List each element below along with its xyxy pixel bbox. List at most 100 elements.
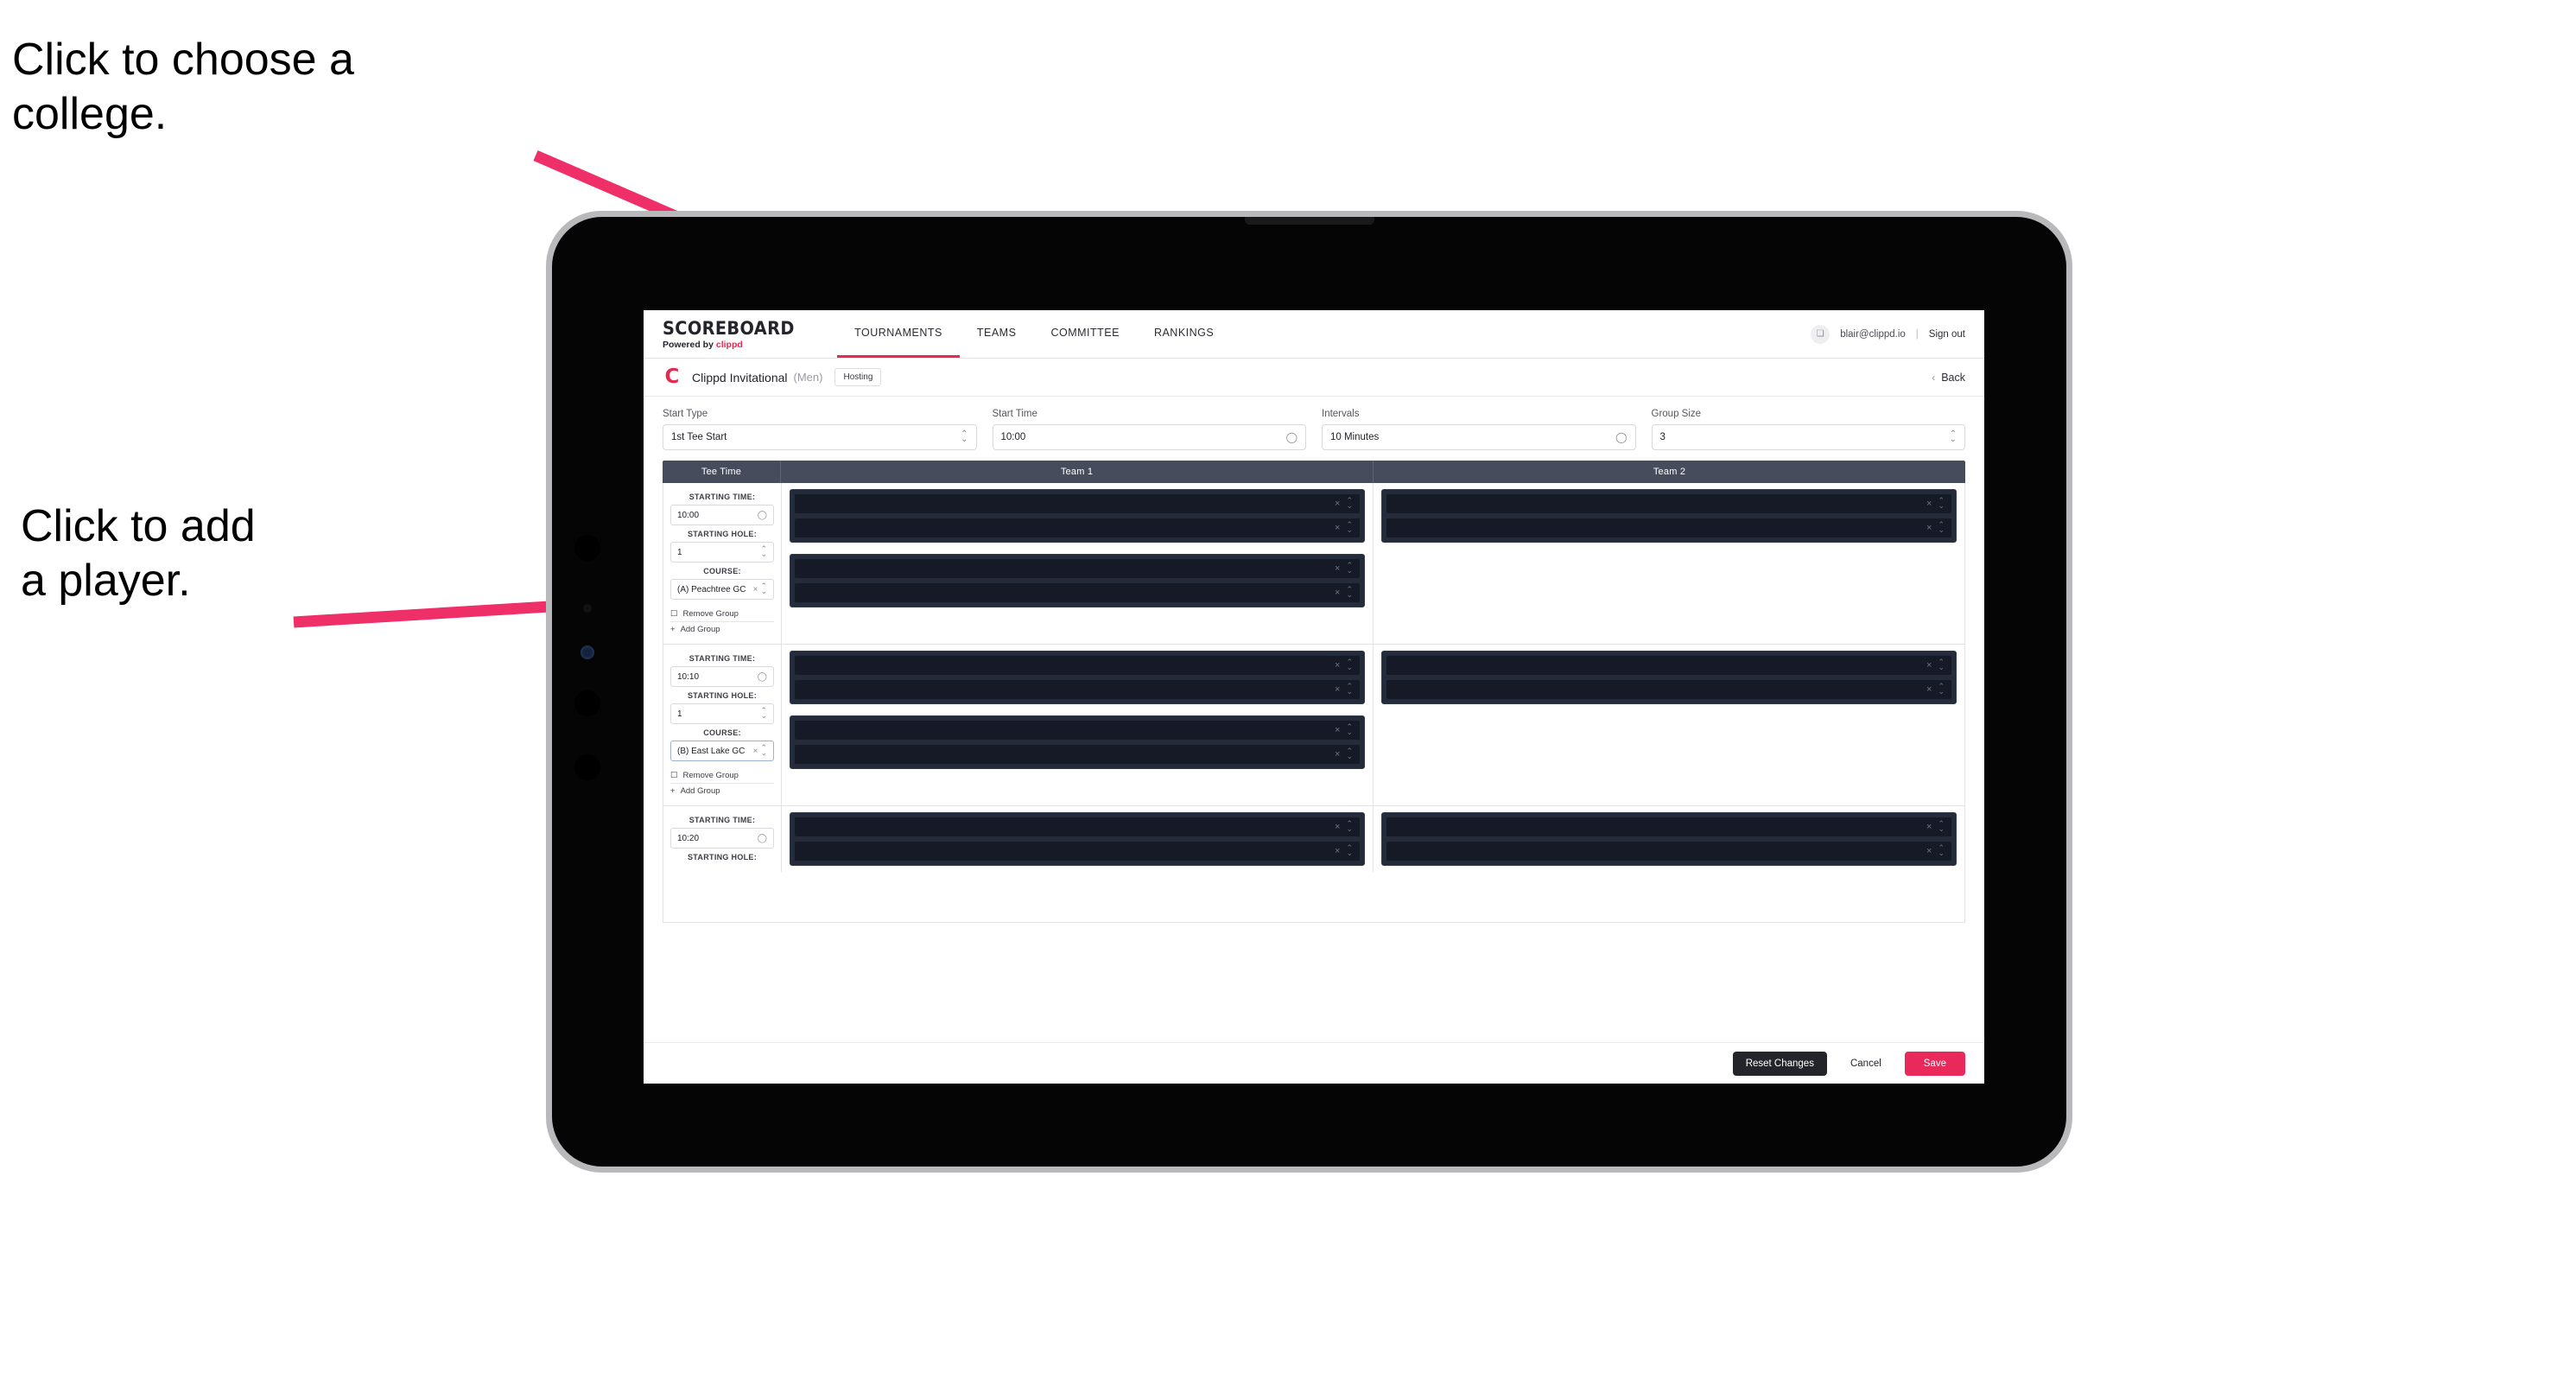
clear-icon[interactable]: × <box>1926 660 1932 671</box>
start-type-value: 1st Tee Start <box>671 432 727 442</box>
page-title: Clippd Invitational <box>692 370 788 385</box>
cancel-button[interactable]: Cancel <box>1839 1052 1893 1076</box>
player-slot-block: × ⌃ ⌄ × ⌃ ⌄ <box>790 651 1365 704</box>
clear-icon[interactable]: × <box>1335 725 1340 735</box>
clock-icon[interactable]: ◯ <box>758 511 767 520</box>
back-button[interactable]: ‹ Back <box>1932 372 1965 384</box>
chevron-updown-icon[interactable]: ⌃ ⌄ <box>1346 497 1353 509</box>
group-size-select[interactable]: 3 ⌃ ⌄ <box>1651 424 1965 450</box>
player-slot[interactable]: × ⌃ ⌄ <box>794 841 1361 861</box>
starting-time-input[interactable]: 10:00 ◯ <box>670 505 774 525</box>
start-type-select[interactable]: 1st Tee Start ⌃ ⌄ <box>663 424 977 450</box>
label-starting-hole: STARTING HOLE: <box>687 691 758 700</box>
chevron-updown-icon[interactable]: ⌃ ⌄ <box>1938 683 1945 695</box>
chevron-updown-icon[interactable]: ⌃ ⌄ <box>1938 820 1945 832</box>
add-group-button[interactable]: + Add Group <box>670 783 774 798</box>
clear-icon[interactable]: × <box>1926 822 1932 832</box>
player-slot[interactable]: × ⌃ ⌄ <box>794 518 1361 538</box>
chevron-updown-icon[interactable]: ⌃ ⌄ <box>760 545 767 557</box>
screenshot-stage: Click to choose a college. Click to add … <box>0 0 2576 1386</box>
starting-hole-input[interactable]: 1 ⌃ ⌄ <box>670 542 774 563</box>
chevron-updown-icon[interactable]: ⌃ ⌄ <box>1938 844 1945 856</box>
brand-title: SCOREBOARD <box>663 318 795 339</box>
chevron-updown-icon[interactable]: ⌃ ⌄ <box>760 582 767 594</box>
player-slot[interactable]: × ⌃ ⌄ <box>1386 655 1952 676</box>
clock-icon[interactable]: ◯ <box>758 834 767 843</box>
avatar[interactable]: ❑ <box>1811 324 1830 344</box>
clock-icon[interactable]: ◯ <box>1615 431 1627 443</box>
clear-icon[interactable]: × <box>1926 684 1932 695</box>
label-starting-time: STARTING TIME: <box>688 493 756 501</box>
chevron-updown-icon[interactable]: ⌃ ⌄ <box>1938 497 1945 509</box>
chevron-updown-icon[interactable]: ⌃ ⌄ <box>1346 658 1353 671</box>
chevron-updown-icon[interactable]: ⌃ ⌄ <box>1346 747 1353 760</box>
clear-icon[interactable]: × <box>1335 684 1340 695</box>
player-slot[interactable]: × ⌃ ⌄ <box>1386 817 1952 837</box>
chevron-updown-icon[interactable]: ⌃ ⌄ <box>1346 683 1353 695</box>
clock-icon[interactable]: ◯ <box>758 672 767 682</box>
tab-teams[interactable]: TEAMS <box>960 310 1034 358</box>
chevron-updown-icon[interactable]: ⌃ ⌄ <box>1346 562 1353 574</box>
player-slot[interactable]: × ⌃ ⌄ <box>794 493 1361 514</box>
clear-icon[interactable]: × <box>1335 523 1340 533</box>
user-email: blair@clippd.io <box>1840 328 1906 340</box>
player-slot[interactable]: × ⌃ ⌄ <box>794 720 1361 741</box>
player-slot[interactable]: × ⌃ ⌄ <box>1386 679 1952 700</box>
course-select[interactable]: (B) East Lake GC × ⌃ ⌄ <box>670 741 774 761</box>
clear-icon[interactable]: × <box>1335 563 1340 574</box>
chevron-updown-icon[interactable]: ⌃ ⌄ <box>1938 521 1945 533</box>
remove-group-button[interactable]: ☐ Remove Group <box>670 768 774 783</box>
clear-icon[interactable]: × <box>1335 588 1340 598</box>
player-slot[interactable]: × ⌃ ⌄ <box>1386 518 1952 538</box>
player-slot[interactable]: × ⌃ ⌄ <box>1386 493 1952 514</box>
starting-time-input[interactable]: 10:20 ◯ <box>670 828 774 849</box>
clear-icon[interactable]: × <box>753 747 758 756</box>
control-start-type: Start Type 1st Tee Start ⌃ ⌄ <box>663 409 977 450</box>
starting-time-input[interactable]: 10:10 ◯ <box>670 666 774 687</box>
starting-hole-input[interactable]: 1 ⌃ ⌄ <box>670 703 774 724</box>
remove-group-button[interactable]: ☐ Remove Group <box>670 607 774 621</box>
status-badge: Hosting <box>834 368 882 386</box>
player-slot[interactable]: × ⌃ ⌄ <box>1386 841 1952 861</box>
clear-icon[interactable]: × <box>1335 499 1340 509</box>
brand-logo[interactable]: SCOREBOARD Powered by clippd <box>663 310 806 358</box>
clear-icon[interactable]: × <box>753 585 758 594</box>
tab-tournaments[interactable]: TOURNAMENTS <box>837 310 960 358</box>
tablet-bezel: SCOREBOARD Powered by clippd TOURNAMENTS… <box>552 217 2066 1167</box>
start-time-input[interactable]: 10:00 ◯ <box>992 424 1306 450</box>
chevron-updown-icon[interactable]: ⌃ ⌄ <box>1346 521 1353 533</box>
clear-icon[interactable]: × <box>1335 822 1340 832</box>
chevron-updown-icon[interactable]: ⌃ ⌄ <box>1950 429 1957 444</box>
player-slot[interactable]: × ⌃ ⌄ <box>794 582 1361 603</box>
chevron-updown-icon[interactable]: ⌃ ⌄ <box>1346 586 1353 598</box>
clear-icon[interactable]: × <box>1335 660 1340 671</box>
tab-committee[interactable]: COMMITTEE <box>1033 310 1137 358</box>
clear-icon[interactable]: × <box>1926 846 1932 856</box>
player-slot[interactable]: × ⌃ ⌄ <box>794 679 1361 700</box>
tee-time-cell: STARTING TIME: 10:10 ◯ STARTING HOLE: 1 ⌃ ⌄ COU… <box>663 645 782 805</box>
player-slot[interactable]: × ⌃ ⌄ <box>794 558 1361 579</box>
tab-rankings[interactable]: RANKINGS <box>1137 310 1231 358</box>
chevron-updown-icon[interactable]: ⌃ ⌄ <box>1346 844 1353 856</box>
chevron-updown-icon[interactable]: ⌃ ⌄ <box>1346 820 1353 832</box>
reset-changes-button[interactable]: Reset Changes <box>1732 1051 1827 1076</box>
save-button[interactable]: Save <box>1904 1051 1965 1076</box>
clear-icon[interactable]: × <box>1926 499 1932 509</box>
player-slot[interactable]: × ⌃ ⌄ <box>794 744 1361 765</box>
player-slot[interactable]: × ⌃ ⌄ <box>794 655 1361 676</box>
course-select[interactable]: (A) Peachtree GC × ⌃ ⌄ <box>670 579 774 600</box>
chevron-updown-icon[interactable]: ⌃ ⌄ <box>760 744 767 756</box>
chevron-updown-icon[interactable]: ⌃ ⌄ <box>1346 723 1353 735</box>
clear-icon[interactable]: × <box>1335 846 1340 856</box>
chevron-updown-icon[interactable]: ⌃ ⌄ <box>760 707 767 719</box>
chevron-updown-icon[interactable]: ⌃ ⌄ <box>961 429 968 444</box>
sign-out-link[interactable]: Sign out <box>1929 329 1965 340</box>
intervals-input[interactable]: 10 Minutes ◯ <box>1322 424 1636 450</box>
clear-icon[interactable]: × <box>1926 523 1932 533</box>
add-group-button[interactable]: + Add Group <box>670 621 774 637</box>
chevron-updown-icon[interactable]: ⌃ ⌄ <box>1938 658 1945 671</box>
trash-icon: ☐ <box>670 771 678 780</box>
player-slot[interactable]: × ⌃ ⌄ <box>794 817 1361 837</box>
clear-icon[interactable]: × <box>1335 749 1340 760</box>
clock-icon[interactable]: ◯ <box>1286 431 1298 443</box>
